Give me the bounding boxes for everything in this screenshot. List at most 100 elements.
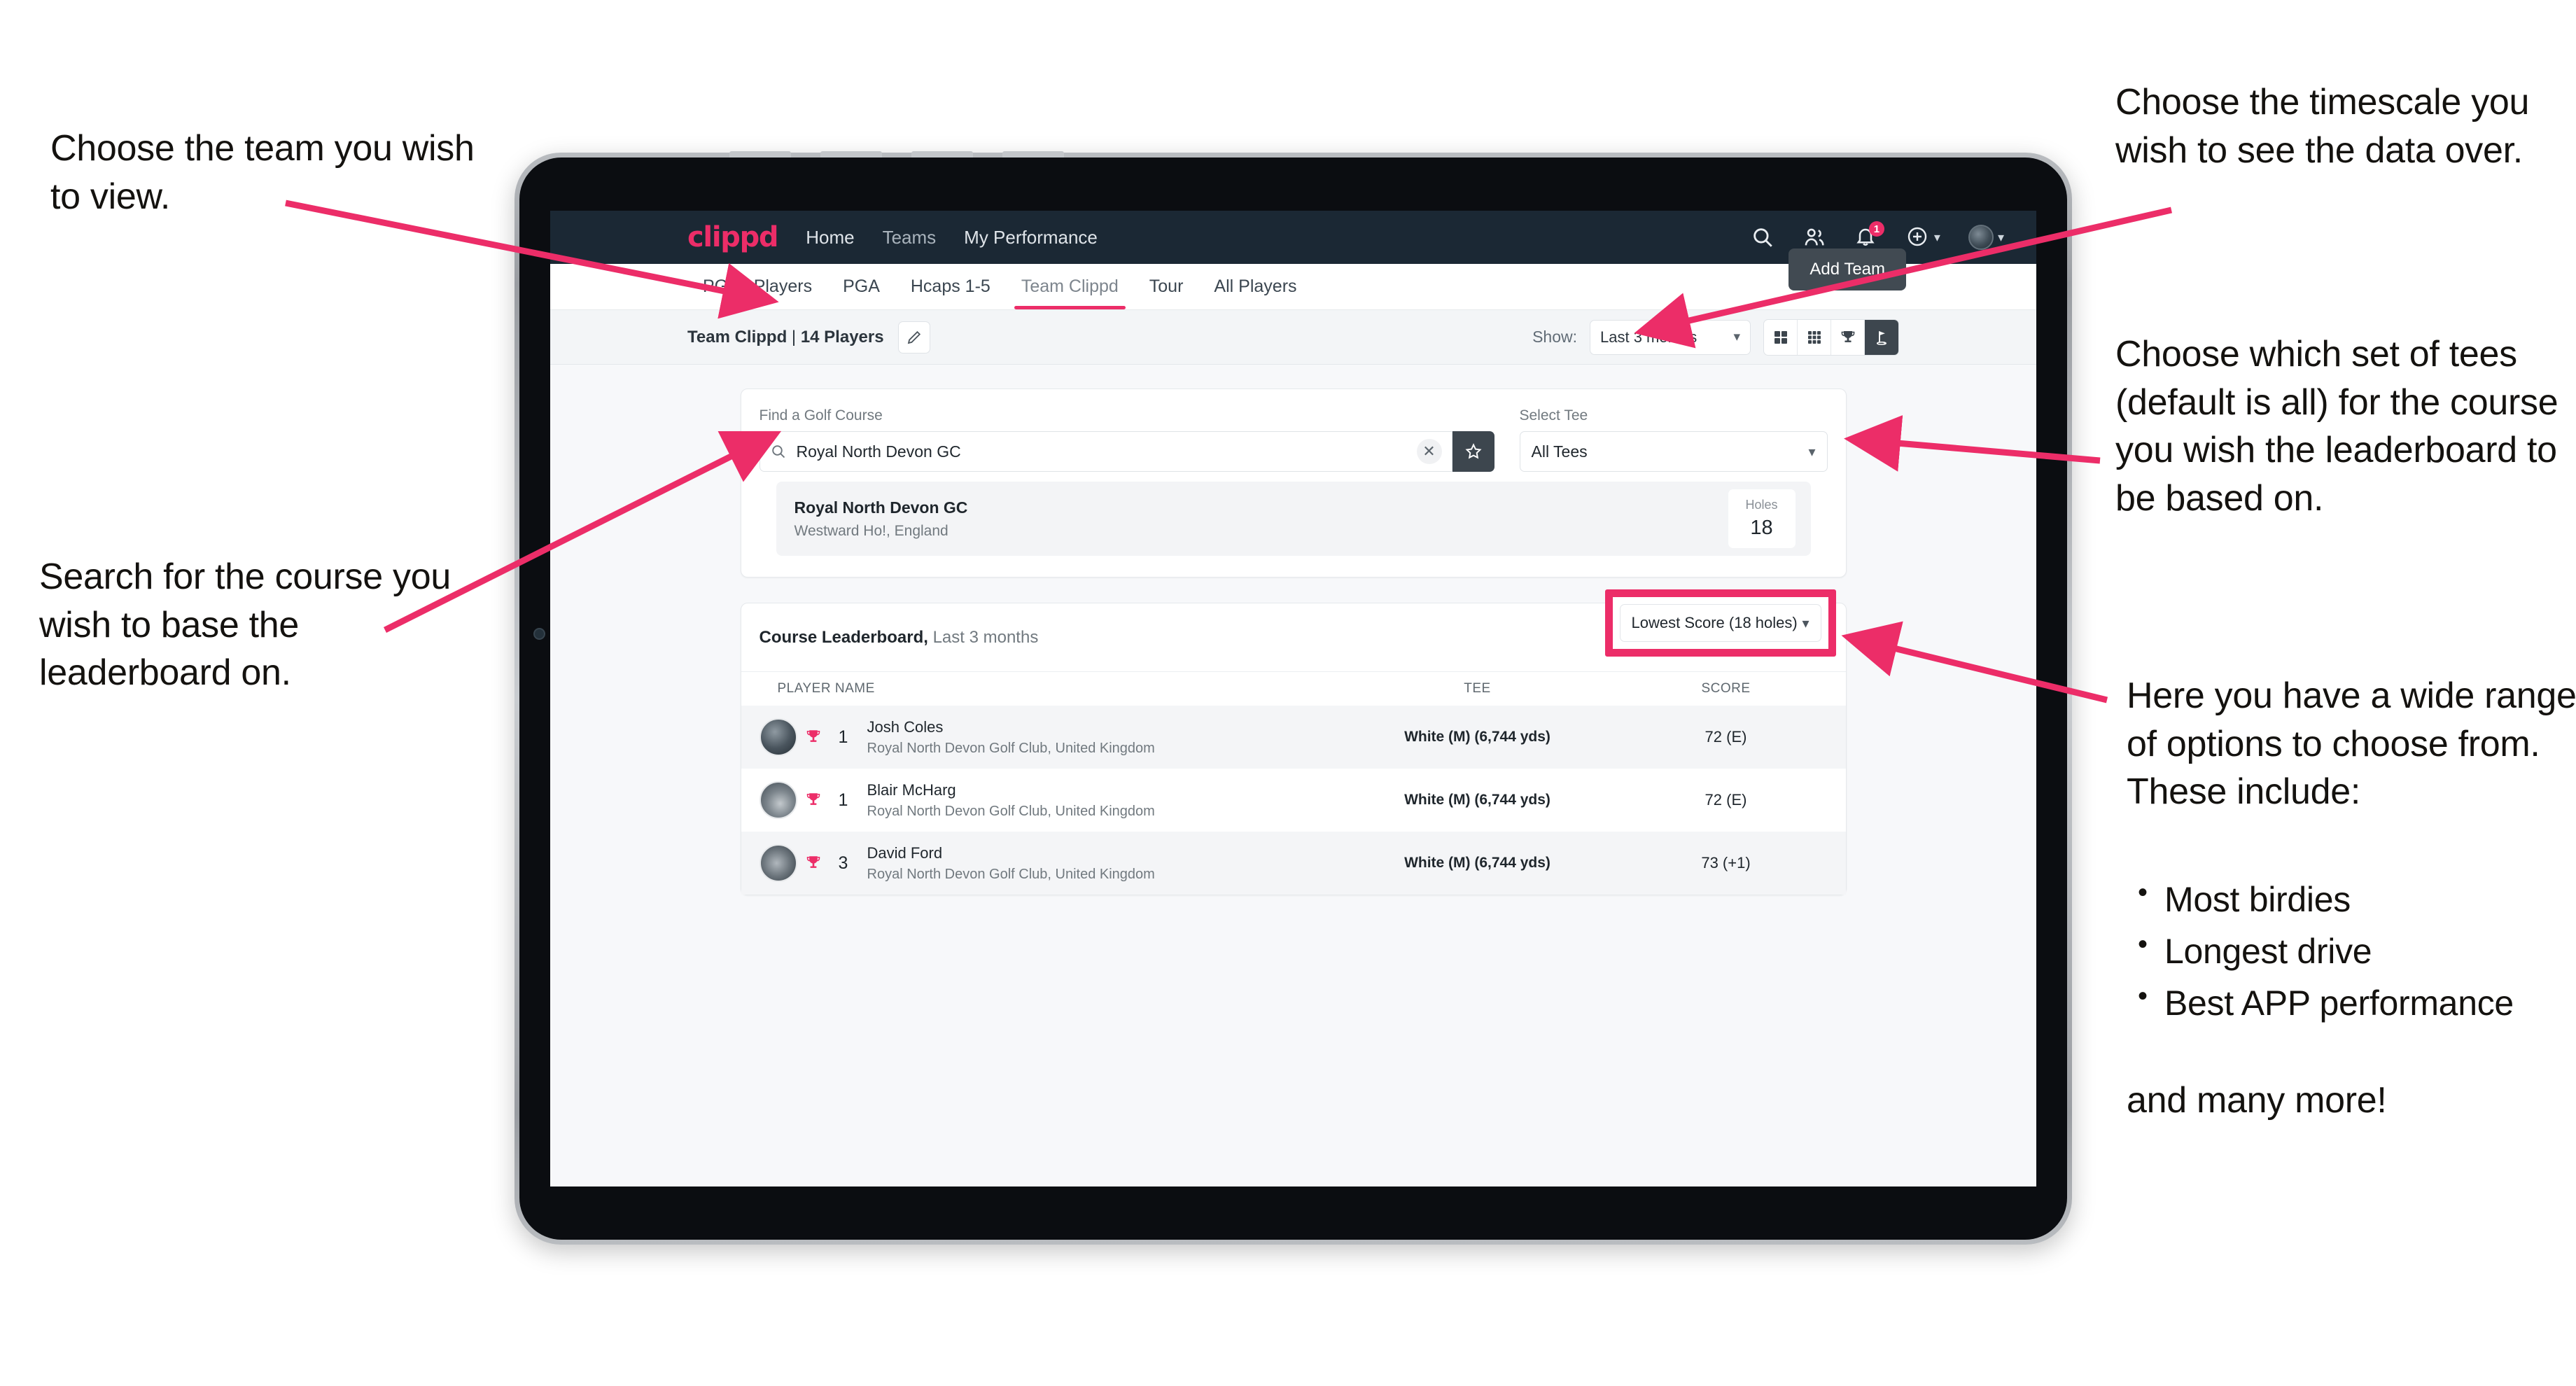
leaderboard-metric-dropdown[interactable]: Lowest Score (18 holes) ▾ <box>1619 604 1821 642</box>
team-tab-team-clippd[interactable]: Team Clippd <box>1006 264 1134 309</box>
leaderboard-tee: White (M) (6,744 yds) <box>1404 855 1550 871</box>
timescale-value: Last 3 months <box>1600 328 1698 346</box>
nav-link-teams[interactable]: Teams <box>883 227 937 248</box>
chevron-down-icon: ▾ <box>1933 230 1940 244</box>
team-tab-tour[interactable]: Tour <box>1134 264 1199 309</box>
tablet-bezel: clippd Home Teams My Performance 1 ▾ ▾ P… <box>519 151 2067 1240</box>
avatar <box>759 718 797 756</box>
annotation-options-intro: Here you have a wide range of options to… <box>2127 676 2576 813</box>
timescale-dropdown[interactable]: Last 3 months ▾ <box>1590 319 1751 355</box>
avatar[interactable] <box>1968 225 1994 250</box>
column-header-score: SCORE <box>1701 681 1751 696</box>
holes-label: Holes <box>1745 498 1778 512</box>
annotation-choose-tees: Choose which set of tees (default is all… <box>2115 334 2558 519</box>
leaderboard-title-main: Course Leaderboard, <box>759 627 928 647</box>
leaderboard-player-name: Josh Coles <box>867 718 944 736</box>
leaderboard-player-cell: 1 Blair McHarg Royal North Devon Golf Cl… <box>759 781 1331 820</box>
course-search-card: Find a Golf Course Royal North Devon GC … <box>740 388 1847 578</box>
notification-badge: 1 <box>1868 221 1884 237</box>
leaderboard-player-text: David Ford Royal North Devon Golf Club, … <box>867 844 1155 883</box>
leaderboard-player-text: Josh Coles Royal North Devon Golf Club, … <box>867 718 1155 757</box>
select-tee-value: All Tees <box>1531 442 1588 461</box>
leaderboard-player-name: David Ford <box>867 844 943 862</box>
team-tab-all-players[interactable]: All Players <box>1198 264 1312 309</box>
annotation-option-item: Best APP performance <box>2128 976 2576 1029</box>
course-search-input[interactable]: Royal North Devon GC ✕ <box>759 431 1452 472</box>
leaderboard-player-club: Royal North Devon Golf Club, United King… <box>867 866 1155 882</box>
search-icon <box>770 443 787 460</box>
team-tab-pga[interactable]: PGA <box>827 264 895 309</box>
team-tab-pgat-players[interactable]: PGAT Players <box>687 264 827 309</box>
course-search-value: Royal North Devon GC <box>796 442 961 461</box>
course-result-name: Royal North Devon GC <box>794 498 968 517</box>
search-icon[interactable] <box>1751 225 1774 249</box>
select-tee-field: Select Tee All Tees ▾ <box>1519 407 1828 472</box>
nav-link-my-performance[interactable]: My Performance <box>964 227 1098 248</box>
annotation-search-course: Search for the course you wish to base t… <box>39 556 451 694</box>
course-leaderboard-card: Course Leaderboard, Last 3 months Lowest… <box>740 589 1847 895</box>
grid-2x2-icon[interactable] <box>1764 319 1798 355</box>
people-icon[interactable] <box>1802 225 1826 249</box>
leaderboard-player-club: Royal North Devon Golf Club, United King… <box>867 803 1155 819</box>
leaderboard-rank: 3 <box>838 853 848 873</box>
trophy-icon[interactable] <box>1831 319 1865 355</box>
nav-link-home[interactable]: Home <box>806 227 854 248</box>
leaderboard-player-name: Blair McHarg <box>867 780 956 799</box>
chevron-down-icon: ▾ <box>1802 615 1809 631</box>
app-screen: clippd Home Teams My Performance 1 ▾ ▾ P… <box>550 211 2036 1186</box>
pencil-icon[interactable] <box>897 321 930 354</box>
course-search-label: Find a Golf Course <box>759 407 883 424</box>
annotation-options-list: Most birdies Longest drive Best APP perf… <box>2128 872 2576 1029</box>
leaderboard-metric-value: Lowest Score (18 holes) <box>1631 614 1798 631</box>
column-header-tee: TEE <box>1464 681 1491 696</box>
chevron-down-icon: ▾ <box>1808 444 1816 460</box>
chevron-down-icon: ▾ <box>1997 230 2004 244</box>
leaderboard-player-text: Blair McHarg Royal North Devon Golf Club… <box>867 781 1155 820</box>
leaderboard-tee: White (M) (6,744 yds) <box>1404 792 1550 808</box>
annotation-choose-team: Choose the team you wish to view. <box>50 128 475 217</box>
toolbar-right: Show: Last 3 months ▾ <box>1532 318 1899 356</box>
clippd-logo[interactable]: clippd <box>687 221 779 253</box>
leaderboard-player-cell: 1 Josh Coles Royal North Devon Golf Club… <box>759 718 1331 757</box>
grid-3x3-icon[interactable] <box>1798 319 1831 355</box>
account-menu[interactable]: ▾ <box>1968 225 2004 250</box>
leaderboard-tee: White (M) (6,744 yds) <box>1404 729 1550 745</box>
course-search-field: Find a Golf Course Royal North Devon GC … <box>759 407 1452 472</box>
holes-value: 18 <box>1750 517 1773 539</box>
select-tee-dropdown[interactable]: All Tees ▾ <box>1519 431 1828 472</box>
leaderboard-rank: 1 <box>838 727 848 747</box>
team-title-separator: | <box>787 327 801 346</box>
golf-flag-icon[interactable] <box>1865 319 1898 355</box>
close-icon[interactable]: ✕ <box>1416 439 1442 464</box>
add-menu[interactable]: ▾ <box>1906 225 1940 249</box>
add-team-button[interactable]: Add Team <box>1788 248 1906 290</box>
team-tabs-bar: PGAT Players PGA Hcaps 1-5 Team Clippd T… <box>550 248 2036 310</box>
table-row[interactable]: 3 David Ford Royal North Devon Golf Club… <box>741 832 1846 895</box>
table-row[interactable]: 1 Josh Coles Royal North Devon Golf Club… <box>741 706 1846 769</box>
leaderboard-score: 72 (E) <box>1704 728 1747 746</box>
leaderboard-rank: 1 <box>838 790 848 810</box>
star-icon[interactable] <box>1452 431 1494 472</box>
leaderboard-score: 72 (E) <box>1704 791 1747 808</box>
tablet-top-button <box>820 151 882 158</box>
metric-dropdown-highlight: Lowest Score (18 holes) ▾ <box>1604 589 1836 657</box>
leaderboard-header: Course Leaderboard, Last 3 months Lowest… <box>741 589 1846 672</box>
team-tab-hcaps-1-5[interactable]: Hcaps 1-5 <box>895 264 1006 309</box>
annotation-options-more: and many more! <box>2127 1080 2387 1121</box>
navbar-right: 1 ▾ ▾ <box>1751 221 2004 250</box>
course-search-row: Find a Golf Course Royal North Devon GC … <box>759 407 1828 472</box>
table-row[interactable]: 1 Blair McHarg Royal North Devon Golf Cl… <box>741 769 1846 832</box>
plus-circle-icon[interactable] <box>1906 225 1930 249</box>
tablet-top-button <box>729 151 791 158</box>
bell-icon[interactable]: 1 <box>1854 221 1884 249</box>
column-header-player-name: PLAYER NAME <box>777 681 875 696</box>
leaderboard-title: Course Leaderboard, Last 3 months <box>760 628 1039 648</box>
trophy-icon <box>797 854 830 872</box>
course-result-item[interactable]: Royal North Devon GC Westward Ho!, Engla… <box>776 482 1811 556</box>
team-player-count: 14 Players <box>800 327 884 346</box>
select-tee-label: Select Tee <box>1519 407 1588 424</box>
trophy-icon <box>797 791 830 809</box>
course-result-location: Westward Ho!, England <box>794 522 948 539</box>
annotation-option-item: Most birdies <box>2128 872 2576 925</box>
annotation-option-item: Longest drive <box>2128 924 2576 977</box>
